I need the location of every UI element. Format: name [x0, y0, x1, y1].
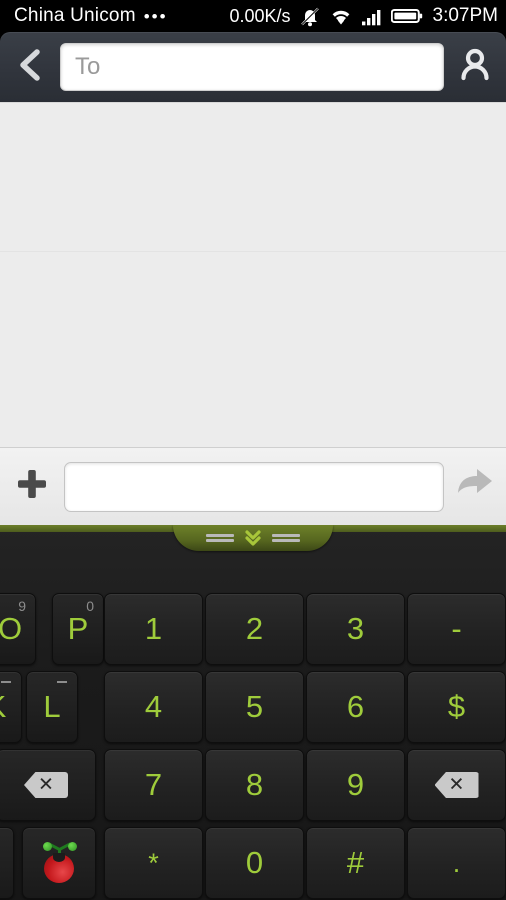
- key-hash[interactable]: #: [306, 827, 405, 899]
- contact-picker-button[interactable]: [444, 32, 506, 102]
- key-1-label: 1: [144, 611, 163, 646]
- person-icon: [458, 47, 492, 88]
- key-o[interactable]: 9 O: [0, 593, 36, 665]
- send-button[interactable]: [444, 467, 506, 506]
- key-3-label: 3: [346, 611, 365, 646]
- key-9-label: 9: [346, 767, 365, 802]
- key-0[interactable]: 0: [205, 827, 304, 899]
- send-arrow-icon: [455, 467, 495, 506]
- key-2[interactable]: 2: [205, 593, 304, 665]
- key-k-superscript: [1, 681, 11, 683]
- backspace-icon: ✕: [434, 772, 479, 798]
- key-l-label: L: [43, 689, 61, 724]
- key-dollar-label: $: [447, 689, 466, 724]
- attach-button[interactable]: [0, 466, 64, 507]
- grip-right-icon: [272, 533, 300, 543]
- key-4[interactable]: 4: [104, 671, 203, 743]
- recipient-field[interactable]: To: [60, 43, 444, 91]
- backspace-icon: ✕: [24, 772, 68, 798]
- key-minus[interactable]: -: [407, 593, 506, 665]
- left-edge-key[interactable]: [0, 827, 14, 899]
- key-5-label: 5: [245, 689, 264, 724]
- key-6[interactable]: 6: [306, 671, 405, 743]
- phone-screen: China Unicom ••• 0.00K/s 3:07PM To 9 O 0…: [0, 0, 506, 900]
- key-5[interactable]: 5: [205, 671, 304, 743]
- hide-keyboard-handle[interactable]: [173, 525, 333, 551]
- keyboard: GB 9 O 0 P K L ✕: [0, 525, 506, 900]
- tomato-logo-icon: [36, 842, 82, 884]
- network-speed-label: 0.00K/s: [229, 5, 291, 26]
- recipient-placeholder: To: [75, 53, 101, 80]
- back-button[interactable]: [0, 32, 60, 102]
- message-input[interactable]: [64, 461, 444, 512]
- key-asterisk[interactable]: *: [104, 827, 203, 899]
- key-o-superscript: 9: [18, 598, 26, 614]
- key-dollar[interactable]: $: [407, 671, 506, 743]
- wifi-icon: [329, 7, 353, 26]
- status-bar: China Unicom ••• 0.00K/s 3:07PM: [0, 0, 506, 32]
- key-p-superscript: 0: [86, 598, 94, 614]
- key-8-label: 8: [245, 767, 264, 802]
- status-icons: 0.00K/s 3:07PM: [229, 5, 498, 27]
- key-4-label: 4: [144, 689, 163, 724]
- key-7-label: 7: [144, 767, 163, 802]
- key-l-superscript: [57, 681, 67, 683]
- key-p[interactable]: 0 P: [52, 593, 104, 665]
- plus-icon: [14, 466, 50, 507]
- key-6-label: 6: [346, 689, 365, 724]
- key-1[interactable]: 1: [104, 593, 203, 665]
- grip-left-icon: [206, 533, 234, 543]
- key-period-label: .: [452, 847, 461, 878]
- chevron-double-down-icon: [243, 528, 263, 548]
- tomato-logo-key[interactable]: [22, 827, 96, 899]
- key-3[interactable]: 3: [306, 593, 405, 665]
- compose-bar: [0, 447, 506, 525]
- key-0-label: 0: [245, 845, 264, 880]
- key-k-label: K: [0, 689, 6, 725]
- mute-bell-icon: [299, 6, 321, 27]
- battery-icon: [390, 7, 423, 25]
- left-backspace-key[interactable]: ✕: [0, 749, 96, 821]
- clock-label: 3:07PM: [432, 5, 498, 26]
- key-minus-label: -: [451, 611, 462, 646]
- key-9[interactable]: 9: [306, 749, 405, 821]
- key-k[interactable]: K: [0, 671, 22, 743]
- key-l[interactable]: L: [26, 671, 78, 743]
- key-2-label: 2: [245, 611, 264, 646]
- carrier-dots: •••: [143, 6, 168, 26]
- signal-icon: [361, 7, 383, 26]
- key-p-label: P: [67, 611, 89, 646]
- key-hash-label: #: [346, 845, 365, 880]
- key-7[interactable]: 7: [104, 749, 203, 821]
- key-period[interactable]: .: [407, 827, 506, 899]
- conversation-divider: [0, 251, 506, 252]
- carrier-label: China Unicom: [14, 5, 136, 26]
- key-asterisk-label: *: [148, 847, 159, 878]
- key-8[interactable]: 8: [205, 749, 304, 821]
- key-grid: 9 O 0 P K L ✕: [0, 593, 506, 900]
- key-o-label: O: [0, 611, 23, 646]
- app-header: To: [0, 32, 506, 102]
- back-chevron-icon: [17, 48, 43, 87]
- key-backspace[interactable]: ✕: [407, 749, 506, 821]
- conversation-area[interactable]: [0, 102, 506, 447]
